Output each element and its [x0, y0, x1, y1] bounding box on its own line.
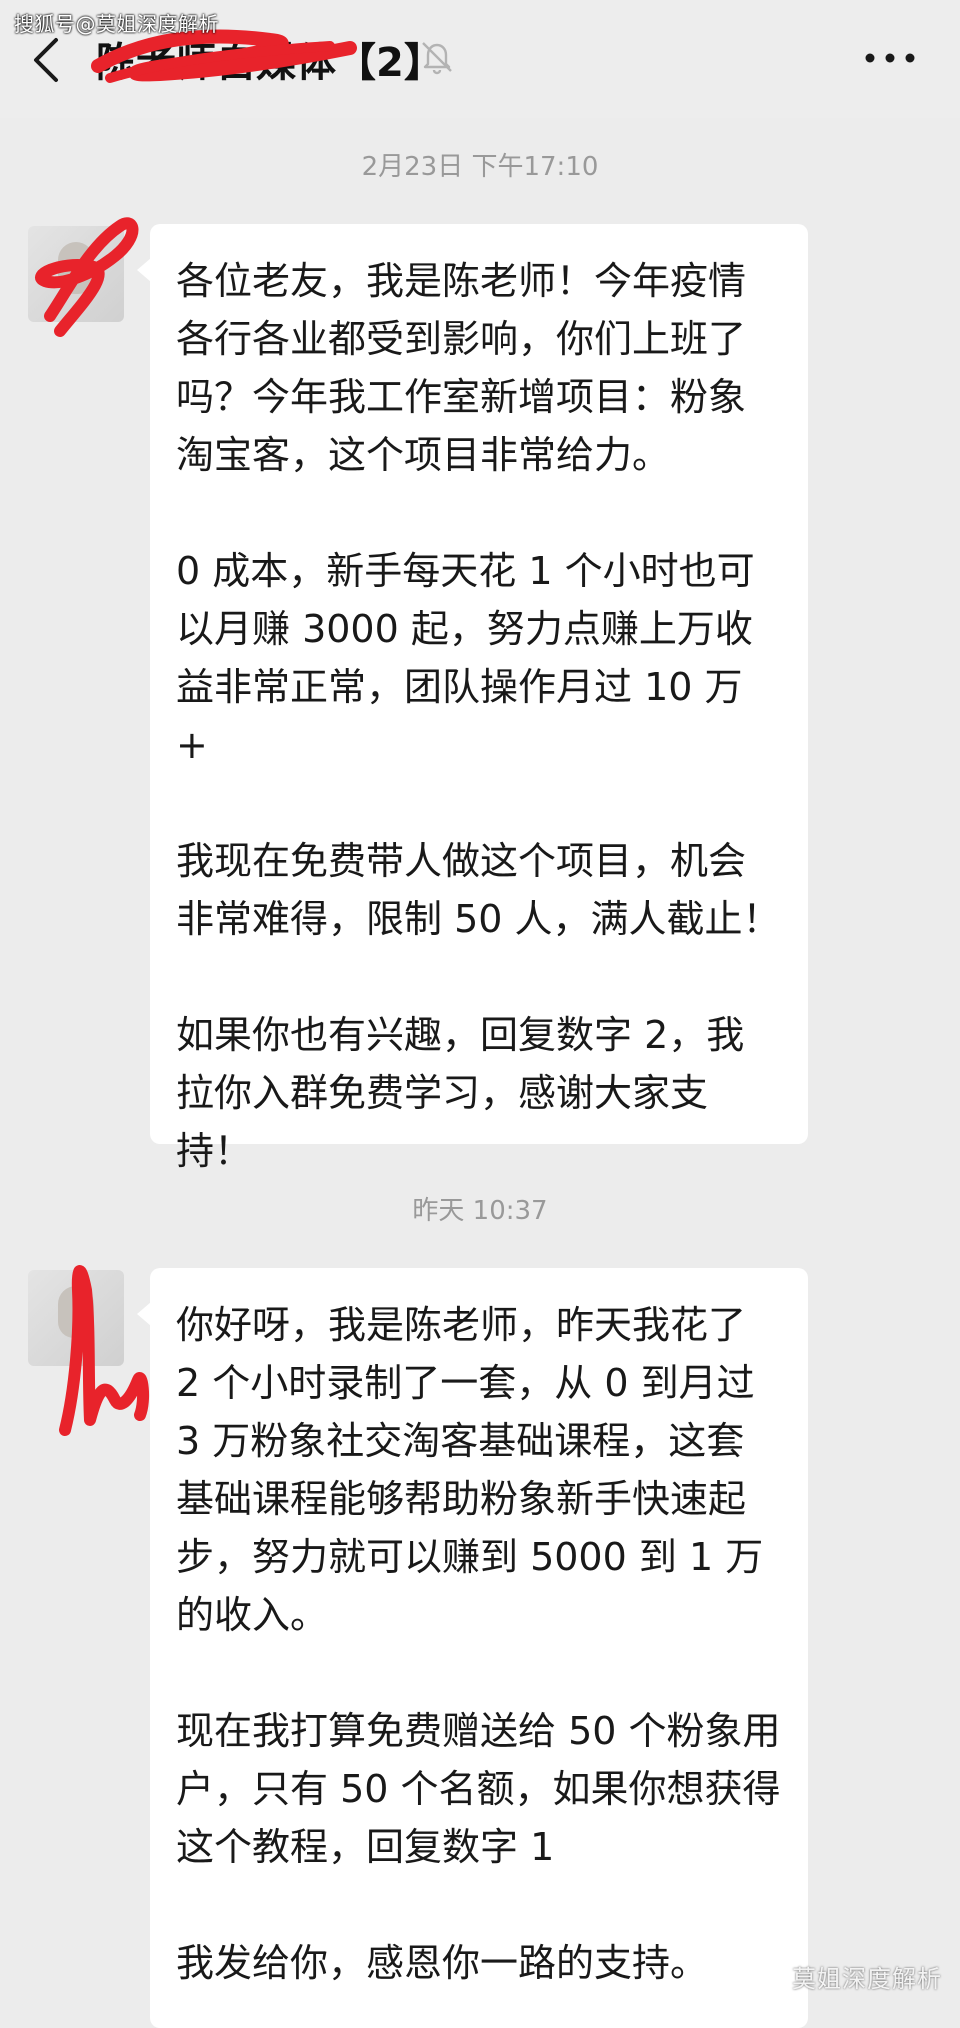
message-paragraph: 我发给你，感恩你一路的支持。: [176, 1941, 709, 1985]
message-paragraph: 0 成本，新手每天花 1 个小时也可以月赚 3000 起，努力点赚上万收益非常正…: [176, 549, 755, 767]
back-button[interactable]: [22, 32, 78, 88]
avatar[interactable]: [28, 1265, 150, 1436]
source-watermark: 搜狐号@莫姐深度解析: [14, 12, 219, 36]
message-timestamp: 昨天 10:37: [412, 1196, 548, 1226]
message-bubble[interactable]: 各位老友，我是陈老师！今年疫情各行各业都受到影响，你们上班了吗？今年我工作室新增…: [137, 224, 808, 1173]
redaction-scribble: [35, 217, 139, 337]
more-options-button[interactable]: [858, 40, 922, 76]
message-timestamp: 2月23日 下午17:10: [361, 152, 599, 182]
message-paragraph: 如果你也有兴趣，回复数字 2，我拉你入群免费学习，感谢大家支持！: [176, 1013, 745, 1173]
message-bubble[interactable]: 你好呀，我是陈老师，昨天我花了 2 个小时录制了一套，从 0 到月过 3 万粉象…: [137, 1268, 808, 2028]
message-paragraph: 现在我打算免费赠送给 50 个粉象用户，只有 50 个名额，如果你想获得这个教程…: [176, 1709, 781, 1869]
source-watermark: 莫姐深度解析: [792, 1965, 942, 1993]
ellipsis-icon: [865, 53, 915, 63]
avatar[interactable]: [28, 217, 139, 337]
bell-off-icon: [418, 38, 456, 76]
redaction-scribble: [59, 1265, 150, 1436]
message-paragraph: 我现在免费带人做这个项目，机会非常难得，限制 50 人，满人截止！: [176, 839, 781, 941]
chat-header: 陈老师自媒体【2】 搜狐号@莫姐深度解析: [0, 0, 960, 118]
chevron-left-icon: [34, 38, 58, 82]
message-paragraph: 各位老友，我是陈老师！今年疫情各行各业都受到影响，你们上班了吗？今年我工作室新增…: [176, 259, 747, 477]
message-paragraph: 你好呀，我是陈老师，昨天我花了 2 个小时录制了一套，从 0 到月过 3 万粉象…: [176, 1303, 767, 1637]
